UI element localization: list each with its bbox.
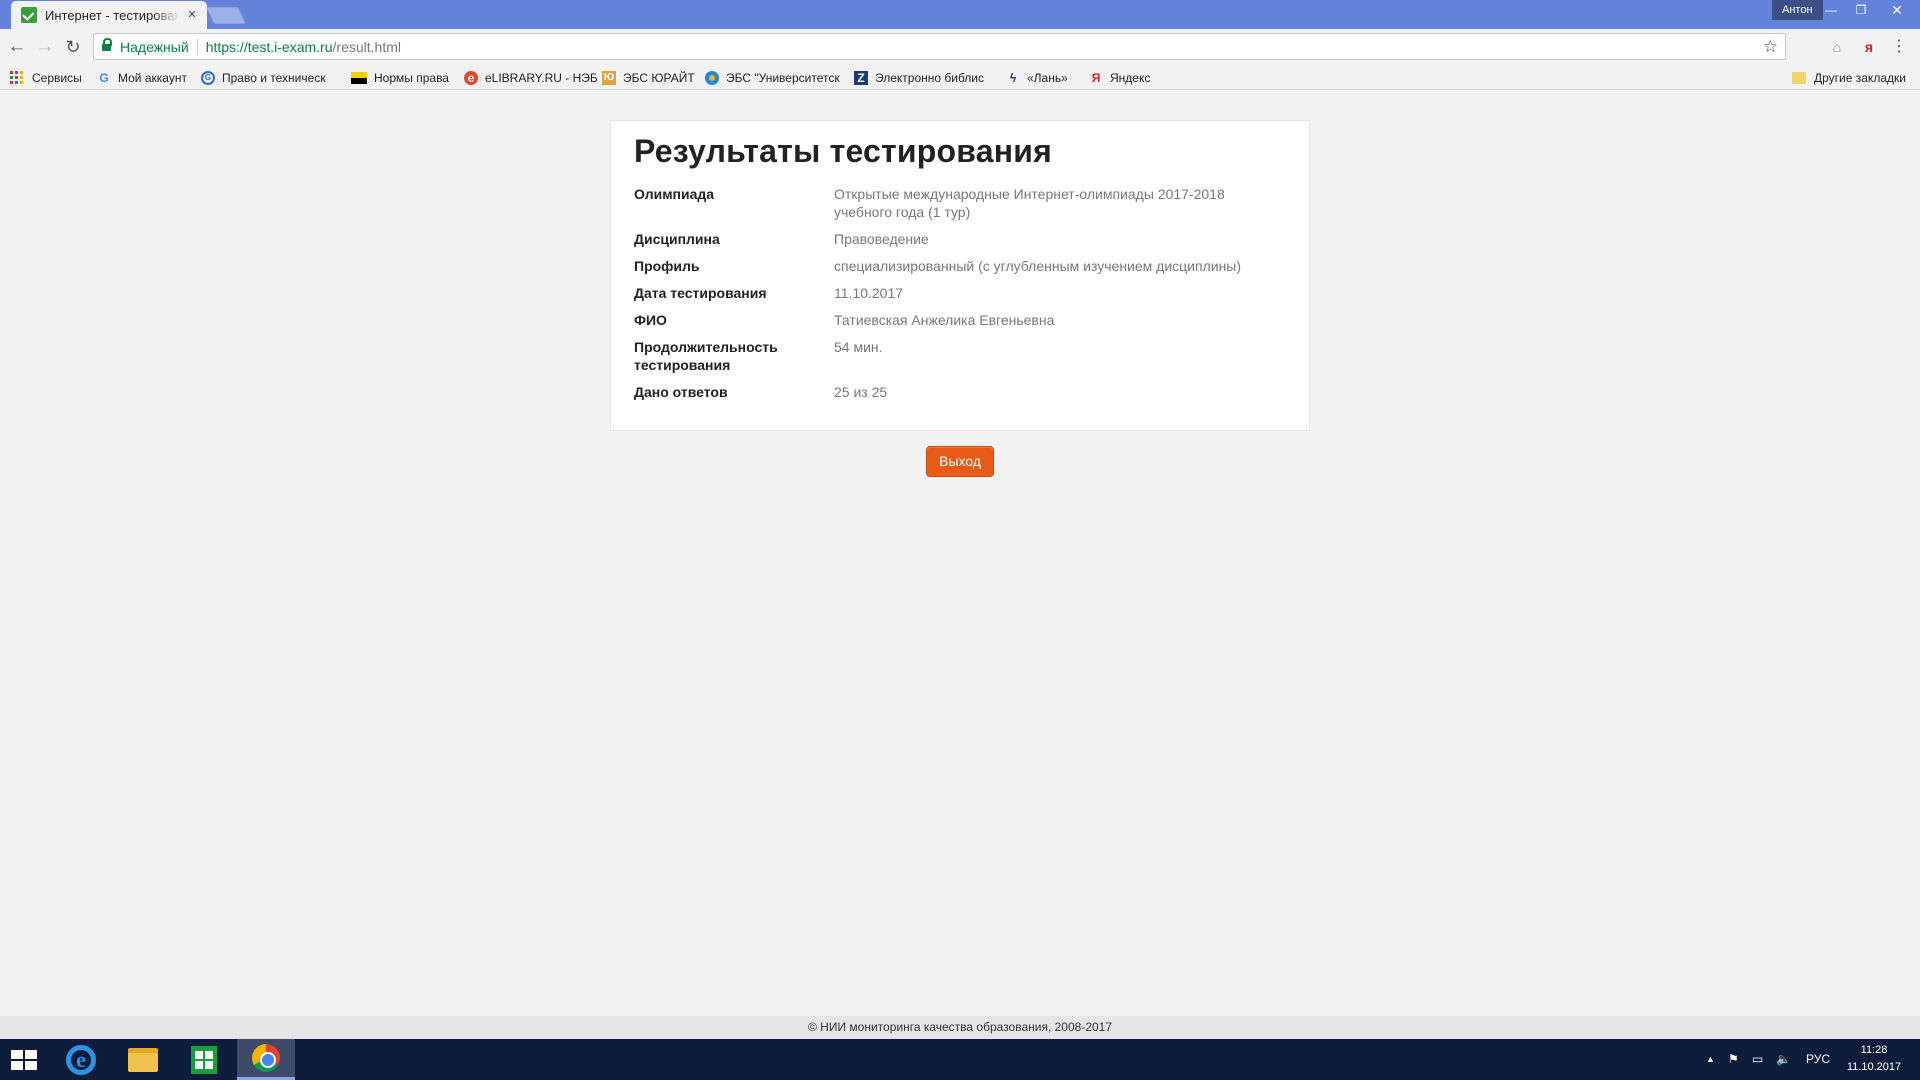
close-tab-icon[interactable]: ×: [185, 7, 199, 22]
bookmark-lan[interactable]: ϟ «Лань»: [1006, 69, 1068, 86]
browser-titlebar: Интернет - тестирование × Антон — ❐ ✕: [0, 0, 1920, 29]
result-row: ФИО Татиевская Анжелика Евгеньевна: [634, 311, 1286, 329]
result-value: 54 мин.: [834, 339, 883, 355]
file-explorer-icon: [128, 1047, 158, 1072]
browser-toolbar: ← → ↻ Надежный https://test.i-exam.ru/re…: [0, 29, 1920, 65]
browser-tab[interactable]: Интернет - тестирование ×: [11, 1, 207, 29]
result-row: Дисциплина Правоведение: [634, 230, 1286, 248]
folder-icon: [1792, 71, 1806, 84]
bookmark-my-account[interactable]: G Мой аккаунт: [97, 69, 187, 86]
elibrary-icon: e: [464, 70, 478, 85]
result-value: Открытые международные Интернет-олимпиад…: [834, 186, 1225, 220]
bookmark-yandex[interactable]: Я Яндекс: [1089, 69, 1151, 86]
result-label: Профиль: [634, 258, 700, 274]
result-value: Правоведение: [834, 231, 929, 247]
address-bar[interactable]: Надежный https://test.i-exam.ru/result.h…: [93, 33, 1786, 60]
windows-taskbar: e ▲ ⚑ ▭ 🔈 РУС 11:28 11.10.2017: [0, 1039, 1920, 1080]
university-icon: [705, 70, 719, 85]
result-label: Дано ответов: [634, 384, 728, 400]
result-row: Олимпиада Открытые международные Интерне…: [634, 185, 1286, 221]
bookmark-urait[interactable]: Ю ЭБС ЮРАЙТ: [602, 69, 695, 86]
site-favicon-icon: [21, 7, 37, 23]
znanium-icon: Z: [854, 70, 868, 85]
action-center-flag-icon[interactable]: ⚑: [1728, 1039, 1739, 1080]
result-label: Дисциплина: [634, 231, 720, 247]
secure-label: Надежный: [120, 38, 198, 55]
bookmark-elibrary[interactable]: e eLIBRARY.RU - НЭБ: [464, 69, 598, 86]
page-title: Результаты тестирования: [634, 133, 1052, 169]
clock-time: 11:28: [1860, 1044, 1888, 1056]
taskbar-store[interactable]: [175, 1039, 233, 1080]
profile-button[interactable]: Антон: [1772, 0, 1823, 20]
result-row: Профиль специализированный (с углубленны…: [634, 257, 1286, 275]
url-text[interactable]: https://test.i-exam.ru/result.html: [206, 39, 401, 55]
google-icon: G: [99, 70, 109, 85]
reload-icon[interactable]: ↻: [62, 36, 84, 58]
internet-explorer-icon: e: [66, 1044, 96, 1075]
url-host: https://test.i-exam.ru: [205, 38, 333, 55]
result-label: ФИО: [634, 312, 667, 328]
result-value: 25 из 25: [834, 384, 888, 400]
results-card: Результаты тестирования Олимпиада Открыт…: [610, 120, 1310, 431]
bookmarks-bar: Сервисы G Мой аккаунт G Право и техничес…: [0, 65, 1920, 90]
tray-overflow-icon[interactable]: ▲: [1706, 1039, 1715, 1080]
bookmark-electronic-library[interactable]: Z Электронно библис: [854, 69, 991, 86]
taskbar-file-explorer[interactable]: [114, 1039, 172, 1080]
bookmark-norms[interactable]: Нормы права: [351, 69, 449, 86]
chrome-icon: [252, 1044, 280, 1072]
lan-icon: ϟ: [1009, 70, 1017, 85]
result-row: Дата тестирования 11.10.2017: [634, 284, 1286, 302]
volume-muted-icon[interactable]: 🔈: [1776, 1039, 1791, 1080]
forward-arrow-icon[interactable]: →: [34, 36, 56, 58]
store-icon: [191, 1045, 217, 1074]
restore-icon[interactable]: ❐: [1846, 0, 1876, 20]
new-tab-button[interactable]: [206, 7, 246, 24]
result-row: Продолжительность тестирования 54 мин.: [634, 338, 1286, 374]
taskbar-chrome[interactable]: [237, 1039, 295, 1080]
result-value: Татиевская Анжелика Евгеньевна: [834, 312, 1055, 328]
flag-icon: [351, 71, 367, 84]
minimize-icon[interactable]: —: [1816, 0, 1846, 20]
back-arrow-icon[interactable]: ←: [6, 36, 28, 58]
yandex-extension-icon[interactable]: я: [1860, 38, 1878, 56]
result-row: Дано ответов 25 из 25: [634, 383, 1286, 401]
menu-icon[interactable]: ⋮: [1890, 38, 1908, 56]
exit-button[interactable]: Выход: [926, 446, 994, 477]
bookmark-law[interactable]: G Право и техническ: [201, 69, 336, 86]
yandex-icon: Я: [1091, 70, 1101, 85]
page-footer: © НИИ мониторинга качества образования, …: [0, 1016, 1920, 1039]
bookmark-other[interactable]: Другие закладки: [1792, 69, 1906, 86]
language-indicator[interactable]: РУС: [1806, 1039, 1830, 1080]
bookmark-star-icon[interactable]: ☆: [1763, 37, 1778, 57]
apps-icon: [10, 70, 24, 85]
lock-icon: [102, 37, 112, 54]
close-window-icon[interactable]: ✕: [1880, 0, 1914, 20]
windows-start-icon[interactable]: [11, 1050, 37, 1070]
result-label: Олимпиада: [634, 186, 715, 202]
result-label: Продолжительность тестирования: [634, 339, 778, 373]
network-icon[interactable]: ▭: [1752, 1039, 1763, 1080]
bookmark-university[interactable]: ЭБС "Университетск: [705, 69, 842, 86]
clock-date: 11.10.2017: [1846, 1061, 1902, 1073]
result-value: специализированный (с углубленным изучен…: [834, 258, 1242, 274]
taskbar-clock[interactable]: 11:28 11.10.2017: [1838, 1042, 1910, 1076]
tab-title: Интернет - тестирование: [45, 7, 179, 23]
extension-home-icon[interactable]: ⌂: [1828, 38, 1846, 56]
result-label: Дата тестирования: [634, 285, 767, 301]
result-value: 11.10.2017: [834, 285, 904, 301]
urait-icon: Ю: [602, 70, 616, 85]
bookmark-apps[interactable]: Сервисы: [10, 69, 82, 86]
taskbar-internet-explorer[interactable]: e: [52, 1039, 110, 1080]
site-icon: G: [201, 70, 215, 85]
url-path: /result.html: [332, 38, 401, 55]
